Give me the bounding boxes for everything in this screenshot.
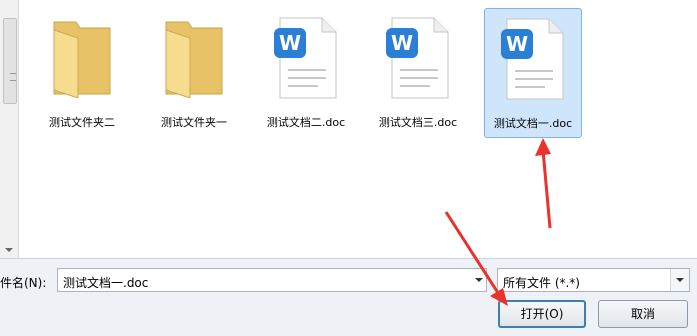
red-arrow-down-icon [444,211,508,306]
annotation-arrows [444,138,552,306]
red-arrow-up-icon [535,138,552,229]
